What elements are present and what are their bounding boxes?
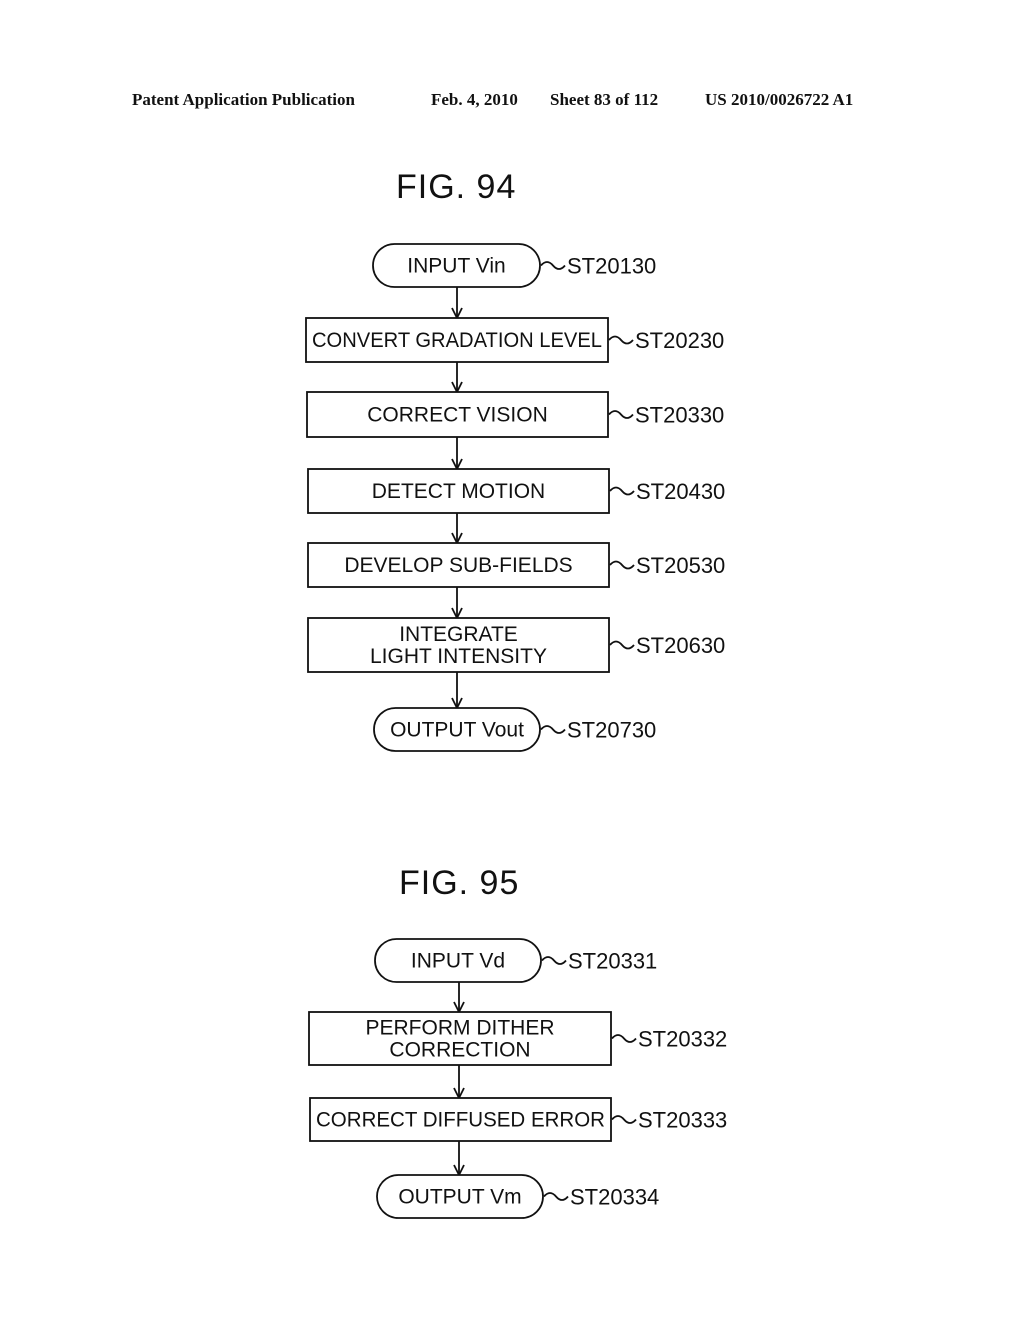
leader-line bbox=[609, 486, 635, 496]
flowcharts: INPUT Vin ST20130 CONVERT GRADATION LEVEL S… bbox=[305, 243, 727, 1219]
leader-line bbox=[541, 956, 567, 965]
step-label: CORRECT VISION bbox=[367, 404, 547, 427]
leader-line bbox=[543, 1192, 569, 1201]
step-reference: ST20334 bbox=[570, 1185, 659, 1210]
step-label: INPUT Vin bbox=[407, 255, 505, 278]
step-reference: ST20333 bbox=[638, 1108, 727, 1133]
step-label: DETECT MOTION bbox=[372, 480, 545, 503]
leader-line bbox=[608, 335, 634, 345]
step-label: INTEGRATE bbox=[399, 623, 518, 646]
leader-line bbox=[611, 1034, 637, 1043]
step-label: PERFORM DITHER bbox=[366, 1017, 555, 1040]
step-reference: ST20730 bbox=[567, 718, 656, 743]
step-label: CORRECT DIFFUSED ERROR bbox=[316, 1109, 605, 1132]
leader-line bbox=[611, 1115, 637, 1124]
step-reference: ST20430 bbox=[636, 479, 725, 504]
step-label: INPUT Vd bbox=[411, 950, 505, 973]
step-reference: ST20332 bbox=[638, 1027, 727, 1052]
step-label: DEVELOP SUB-FIELDS bbox=[344, 554, 572, 577]
leader-line bbox=[540, 725, 566, 734]
step-reference: ST20331 bbox=[568, 949, 657, 974]
leader-line bbox=[609, 560, 635, 570]
leader-line bbox=[540, 261, 566, 270]
step-label: OUTPUT Vout bbox=[390, 719, 524, 742]
leader-line bbox=[608, 410, 634, 419]
leader-line bbox=[609, 640, 635, 650]
step-reference: ST20330 bbox=[635, 403, 724, 428]
step-reference: ST20130 bbox=[567, 254, 656, 279]
step-label: CONVERT GRADATION LEVEL bbox=[312, 329, 602, 352]
step-label: CORRECTION bbox=[389, 1039, 530, 1062]
step-reference: ST20230 bbox=[635, 328, 724, 353]
step-label: OUTPUT Vm bbox=[398, 1186, 521, 1209]
step-reference: ST20630 bbox=[636, 633, 725, 658]
step-reference: ST20530 bbox=[636, 553, 725, 578]
step-label: LIGHT INTENSITY bbox=[370, 645, 547, 668]
